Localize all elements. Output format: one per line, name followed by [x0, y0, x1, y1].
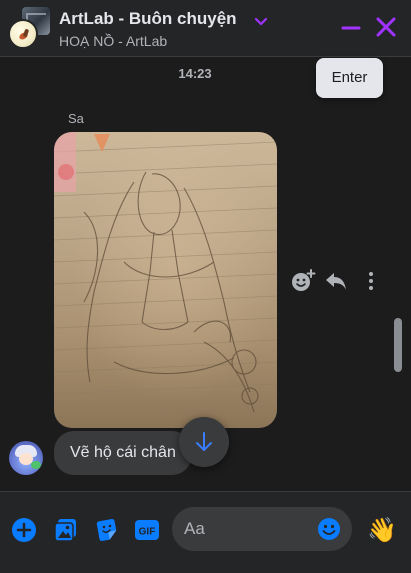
scrollbar-track[interactable]: [392, 58, 404, 490]
reply-icon[interactable]: [323, 268, 349, 294]
sticker-icon[interactable]: [94, 517, 120, 543]
svg-text:GIF: GIF: [139, 527, 156, 538]
wave-emoji-button[interactable]: 👋: [366, 514, 398, 546]
close-icon[interactable]: [374, 15, 398, 39]
photo-attachment[interactable]: [54, 132, 277, 428]
sender-name: Sa: [68, 111, 84, 126]
message-input[interactable]: [184, 507, 314, 551]
group-avatar: [8, 19, 38, 49]
message-input-container[interactable]: [172, 507, 352, 551]
message-actions: [290, 268, 382, 294]
plus-icon[interactable]: [11, 517, 37, 543]
group-avatar-stack[interactable]: [8, 7, 50, 49]
emoji-icon[interactable]: [317, 517, 341, 541]
message-composer: GIF 👋: [0, 491, 411, 573]
chat-header: ArtLab - Buôn chuyện HOẠ NỒ - ArtLab: [0, 0, 411, 57]
avatar[interactable]: [9, 441, 43, 475]
message-bubble[interactable]: Vẽ hộ cái chân: [54, 431, 192, 475]
react-icon[interactable]: [290, 268, 316, 294]
scrollbar-thumb[interactable]: [394, 318, 402, 372]
chevron-down-icon[interactable]: [254, 17, 268, 27]
sketch-drawing: [54, 132, 277, 417]
scroll-to-bottom-button[interactable]: [179, 417, 229, 467]
photo-icon[interactable]: [53, 517, 79, 543]
more-options-icon[interactable]: [358, 268, 384, 294]
chat-subtitle: HOẠ NỒ - ArtLab: [59, 33, 168, 49]
minimize-icon[interactable]: [339, 16, 363, 40]
arrow-down-icon: [196, 432, 212, 451]
gif-icon[interactable]: GIF: [133, 517, 161, 543]
chat-title[interactable]: ArtLab - Buôn chuyện: [59, 9, 237, 29]
send-tooltip: Enter: [316, 58, 383, 98]
